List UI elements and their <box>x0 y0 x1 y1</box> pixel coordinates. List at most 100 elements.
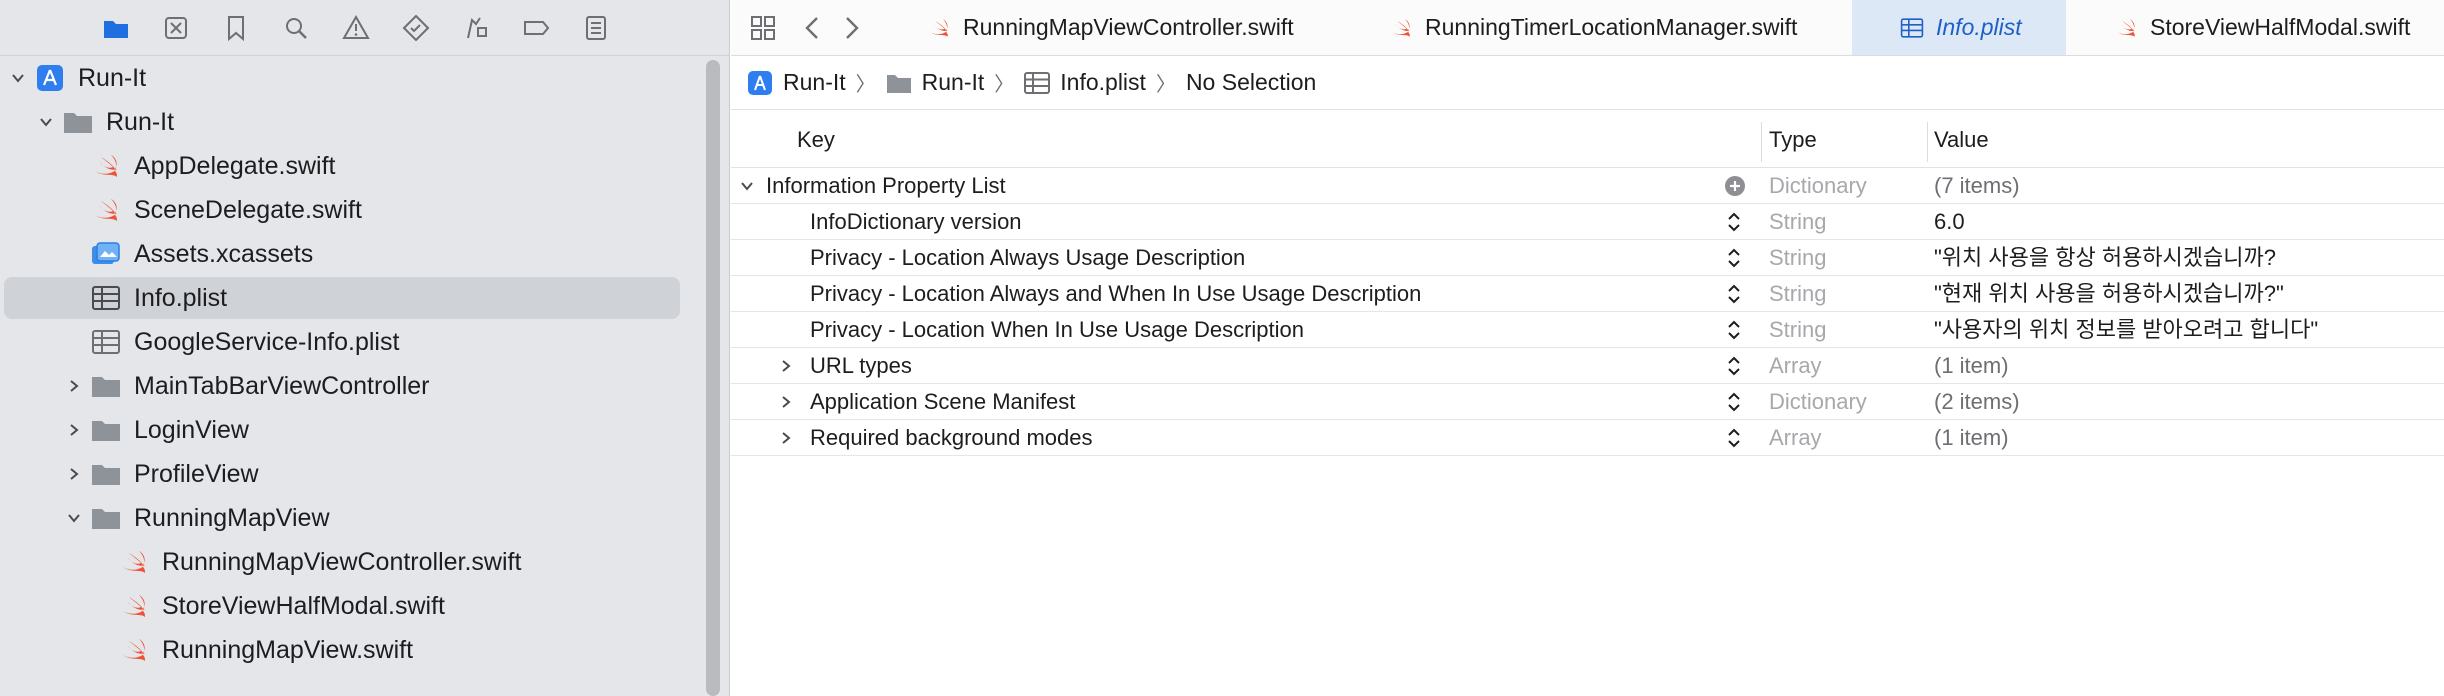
sidebar-scrollbar[interactable] <box>706 60 720 696</box>
breadcrumb-project[interactable]: Run-It <box>747 69 846 96</box>
tree-item-label: ProfileView <box>134 460 259 488</box>
folder-icon <box>62 108 94 136</box>
grid-icon[interactable] <box>747 12 779 44</box>
tab-runningmapviewcontroller[interactable]: RunningMapViewController.swift <box>927 0 1367 55</box>
tree-item-label: Info.plist <box>134 284 228 312</box>
plist-key[interactable]: Application Scene Manifest <box>810 384 1075 420</box>
tab-runningtimerlocationmanager[interactable]: RunningTimerLocationManager.swift <box>1389 0 1869 55</box>
chevron-down-icon[interactable] <box>64 508 84 528</box>
breadcrumb-folder[interactable]: Run-It <box>886 69 984 96</box>
plist-type[interactable]: Array <box>1769 348 1822 384</box>
plist-type[interactable]: Dictionary <box>1769 168 1867 204</box>
test-icon[interactable] <box>400 12 432 44</box>
tree-item-folder[interactable]: ProfileView <box>0 452 700 496</box>
tree-item-file[interactable]: StoreViewHalfModal.swift <box>0 584 700 628</box>
type-stepper-icon[interactable] <box>1724 426 1744 450</box>
tree-item-folder[interactable]: LoginView <box>0 408 700 452</box>
type-stepper-icon[interactable] <box>1724 282 1744 306</box>
chevron-down-icon[interactable] <box>36 112 56 132</box>
plist-type[interactable]: Dictionary <box>1769 384 1867 420</box>
bookmark-icon[interactable] <box>220 12 252 44</box>
column-header-key[interactable]: Key <box>797 112 835 168</box>
column-divider[interactable] <box>1927 122 1928 162</box>
plist-value[interactable]: (1 item) <box>1934 420 2009 456</box>
plist-key[interactable]: Privacy - Location Always and When In Us… <box>810 276 1421 312</box>
plist-row[interactable]: InfoDictionary version String 6.0 <box>731 204 2444 240</box>
folder-icon[interactable] <box>100 12 132 44</box>
plist-value[interactable]: "현재 위치 사용을 허용하시겠습니까?" <box>1934 276 2284 312</box>
tab-info-plist[interactable]: Info.plist <box>1852 0 2066 55</box>
chevron-down-icon[interactable] <box>737 176 757 196</box>
column-header-value[interactable]: Value <box>1934 112 1989 168</box>
breakpoint-icon[interactable] <box>520 12 552 44</box>
chevron-right-icon[interactable] <box>64 420 84 440</box>
forward-arrow-icon[interactable] <box>835 12 867 44</box>
plist-value[interactable]: (1 item) <box>1934 348 2009 384</box>
tree-item-file[interactable]: RunningMapView.swift <box>0 628 700 672</box>
plist-type[interactable]: String <box>1769 312 1826 348</box>
chevron-right-icon[interactable] <box>776 428 796 448</box>
plist-key[interactable]: Information Property List <box>766 168 1006 204</box>
tab-label: RunningMapViewController.swift <box>963 14 1294 40</box>
tree-item-file[interactable]: GoogleService-Info.plist <box>0 320 700 364</box>
tree-item-file[interactable]: AppDelegate.swift <box>0 144 700 188</box>
plist-key[interactable]: Privacy - Location When In Use Usage Des… <box>810 312 1304 348</box>
chevron-right-icon[interactable] <box>64 376 84 396</box>
plist-key[interactable]: URL types <box>810 348 912 384</box>
plist-row[interactable]: URL types Array (1 item) <box>731 348 2444 384</box>
report-icon[interactable] <box>580 12 612 44</box>
tree-item-file[interactable]: RunningMapViewController.swift <box>0 540 700 584</box>
chevron-down-icon[interactable] <box>8 68 28 88</box>
plist-key[interactable]: Required background modes <box>810 420 1093 456</box>
plist-row[interactable]: Information Property List Dictionary (7 … <box>731 168 2444 204</box>
find-icon[interactable] <box>280 12 312 44</box>
breadcrumb-selection[interactable]: No Selection <box>1186 69 1316 96</box>
plist-type[interactable]: String <box>1769 204 1826 240</box>
plist-row[interactable]: Privacy - Location Always and When In Us… <box>731 276 2444 312</box>
tree-item-label: MainTabBarViewController <box>134 372 430 400</box>
plist-value[interactable]: "사용자의 위치 정보를 받아오려고 합니다" <box>1934 312 2318 348</box>
plist-file-icon <box>90 284 122 312</box>
type-stepper-icon[interactable] <box>1724 390 1744 414</box>
plist-key[interactable]: InfoDictionary version <box>810 204 1022 240</box>
tree-item-folder[interactable]: RunningMapView <box>0 496 700 540</box>
issue-icon[interactable] <box>340 12 372 44</box>
plist-type[interactable]: String <box>1769 240 1826 276</box>
plist-value[interactable]: "위치 사용을 항상 허용하시겠습니까? <box>1934 240 2276 276</box>
chevron-right-icon[interactable] <box>64 464 84 484</box>
breadcrumb-file[interactable]: Info.plist <box>1024 69 1146 96</box>
type-stepper-icon[interactable] <box>1724 246 1744 270</box>
tab-storeviewhalfmodal[interactable]: StoreViewHalfModal.swift <box>2114 0 2444 55</box>
tree-item-project-run-it[interactable]: Run-It <box>0 56 700 100</box>
tree-item-label: RunningMapViewController.swift <box>162 548 522 576</box>
folder-icon <box>90 416 122 444</box>
plist-row[interactable]: Privacy - Location When In Use Usage Des… <box>731 312 2444 348</box>
plist-row[interactable]: Application Scene Manifest Dictionary (2… <box>731 384 2444 420</box>
tree-item-folder-run-it[interactable]: Run-It <box>0 100 700 144</box>
chevron-right-icon[interactable] <box>776 392 796 412</box>
debug-icon[interactable] <box>460 12 492 44</box>
column-divider[interactable] <box>1761 122 1762 162</box>
type-stepper-icon[interactable] <box>1724 210 1744 234</box>
plist-value[interactable]: 6.0 <box>1934 204 1965 240</box>
column-header-type[interactable]: Type <box>1769 112 1817 168</box>
plist-type[interactable]: Array <box>1769 420 1822 456</box>
add-item-icon[interactable] <box>1724 175 1746 197</box>
plist-row[interactable]: Privacy - Location Always Usage Descript… <box>731 240 2444 276</box>
plist-key[interactable]: Privacy - Location Always Usage Descript… <box>810 240 1245 276</box>
plist-type[interactable]: String <box>1769 276 1826 312</box>
plist-row[interactable]: Required background modes Array (1 item) <box>731 420 2444 456</box>
tree-item-file[interactable]: Assets.xcassets <box>0 232 700 276</box>
source-control-icon[interactable] <box>160 12 192 44</box>
type-stepper-icon[interactable] <box>1724 318 1744 342</box>
type-stepper-icon[interactable] <box>1724 354 1744 378</box>
breadcrumb-file-label: Info.plist <box>1060 69 1146 95</box>
back-arrow-icon[interactable] <box>797 12 829 44</box>
tree-item-folder[interactable]: MainTabBarViewController <box>0 364 700 408</box>
plist-value[interactable]: (7 items) <box>1934 168 2020 204</box>
tree-item-file-selected[interactable]: Info.plist <box>0 276 700 320</box>
plist-value[interactable]: (2 items) <box>1934 384 2020 420</box>
chevron-right-icon[interactable] <box>776 356 796 376</box>
tree-item-file[interactable]: SceneDelegate.swift <box>0 188 700 232</box>
breadcrumb-separator-icon: 〉 <box>855 74 876 96</box>
